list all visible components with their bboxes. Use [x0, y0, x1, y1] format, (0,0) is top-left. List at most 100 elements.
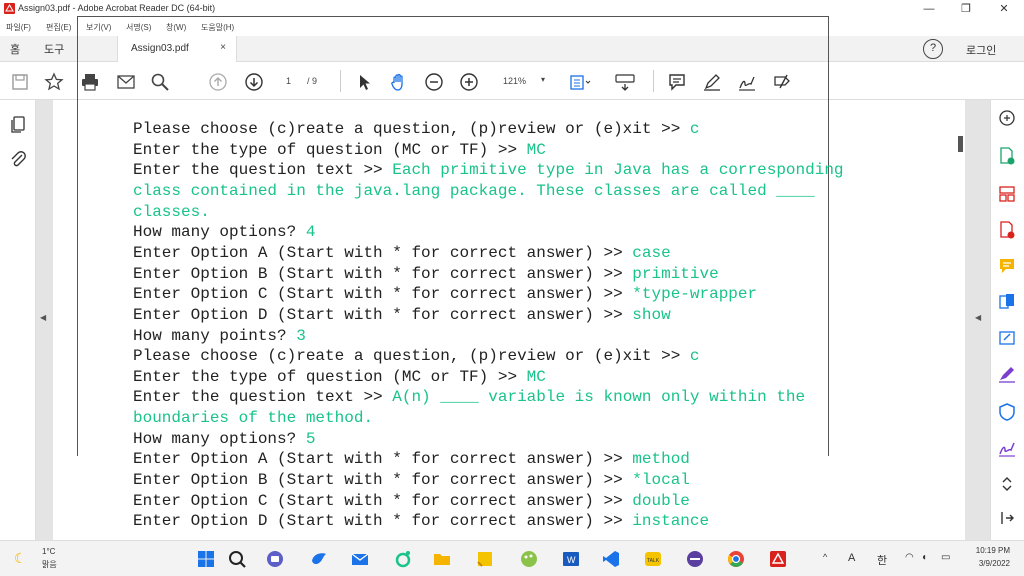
paint-app-icon[interactable]: [519, 549, 539, 569]
console-input-text: 5: [305, 429, 316, 448]
collapse-left-icon[interactable]: ◀: [40, 313, 46, 322]
console-line: Enter the type of question (MC or TF) >>…: [133, 140, 546, 160]
export-pdf-icon[interactable]: [997, 146, 1017, 166]
console-prompt-text: Enter Option C (Start with * for correct…: [133, 285, 633, 304]
svg-text:W: W: [567, 555, 576, 565]
moon-icon[interactable]: ☾: [14, 550, 27, 567]
minimize-button[interactable]: —: [909, 0, 949, 18]
teams-chat-icon[interactable]: [265, 549, 285, 569]
send-for-signature-icon[interactable]: [997, 438, 1017, 458]
console-prompt-text: Enter Option D (Start with * for correct…: [133, 305, 633, 324]
clock-time[interactable]: 10:19 PM: [966, 546, 1010, 555]
close-button[interactable]: ✕: [984, 0, 1024, 18]
app-green-icon[interactable]: [393, 549, 413, 569]
chevron-up-icon[interactable]: ^: [823, 552, 827, 562]
acrobat-icon: [4, 3, 15, 14]
console-prompt-text: Enter the question text >>: [133, 161, 393, 180]
save-icon[interactable]: [10, 72, 30, 92]
combine-files-icon[interactable]: [997, 292, 1017, 312]
console-prompt-text: Enter the question text >>: [133, 388, 393, 407]
console-prompt-text: Enter Option A (Start with * for correct…: [133, 450, 633, 469]
tab-tools[interactable]: 도구: [44, 41, 64, 57]
console-prompt-text: Enter Option A (Start with * for correct…: [133, 243, 633, 262]
console-line: class contained in the java.lang package…: [133, 181, 815, 201]
console-input-text: MC: [526, 140, 546, 159]
console-prompt-text: Please choose (c)reate a question, (p)re…: [133, 120, 690, 138]
console-line: Enter Option D (Start with * for correct…: [133, 511, 709, 531]
collapse-right-icon[interactable]: ◀: [975, 313, 981, 322]
attachment-icon[interactable]: [8, 149, 28, 169]
login-button[interactable]: 로그인: [966, 42, 996, 58]
fill-sign-tool-icon[interactable]: [997, 364, 1017, 384]
expand-panel-icon[interactable]: [997, 508, 1017, 528]
create-pdf-icon[interactable]: [997, 220, 1017, 240]
console-prompt-text: How many options?: [133, 429, 306, 448]
console-input-text: case: [632, 243, 671, 262]
comment-tool-icon[interactable]: [997, 256, 1017, 276]
console-line: Enter the question text >> A(n) ____ var…: [133, 387, 805, 407]
console-prompt-text: How many points?: [133, 326, 297, 345]
console-prompt-text: Enter the type of question (MC or TF) >>: [133, 367, 527, 386]
console-line: Enter Option A (Start with * for correct…: [133, 243, 671, 263]
console-prompt-text: Enter the type of question (MC or TF) >>: [133, 140, 527, 159]
weather-description[interactable]: 맑음: [42, 559, 57, 570]
menu-file[interactable]: 파일(F): [6, 22, 31, 33]
zoom-search-icon[interactable]: [997, 108, 1017, 128]
left-rail: [0, 100, 36, 540]
console-input-text: double: [632, 491, 690, 510]
console-line: Please choose (c)reate a question, (p)re…: [133, 119, 700, 139]
console-prompt-text: Please choose (c)reate a question, (p)re…: [133, 347, 690, 366]
console-line: Enter Option B (Start with * for correct…: [133, 470, 690, 490]
ime-mode[interactable]: A: [848, 552, 855, 564]
weather-temperature[interactable]: 1°C: [42, 547, 55, 556]
sticky-notes-icon[interactable]: [475, 549, 495, 569]
console-input-text: *type-wrapper: [632, 285, 758, 304]
console-line: classes.: [133, 202, 210, 222]
protect-shield-icon[interactable]: [997, 402, 1017, 422]
menu-edit[interactable]: 편집(E): [46, 22, 71, 33]
console-input-text: 3: [296, 326, 306, 345]
console-input-text: show: [632, 305, 671, 324]
clock-date[interactable]: 3/9/2022: [966, 559, 1010, 568]
console-prompt-text: Enter Option D (Start with * for correct…: [133, 512, 633, 531]
edit-pdf-icon[interactable]: [997, 328, 1017, 348]
app-circle-icon[interactable]: [685, 549, 705, 569]
taskbar: ☾ 1°C 맑음 W TALK ^ A 한 ◠ ◖ ▭ 10:19 PM 3/9…: [0, 540, 1024, 576]
console-line: How many options? 4: [133, 222, 315, 242]
word-icon[interactable]: W: [561, 549, 581, 569]
console-input-text: MC: [526, 367, 546, 386]
acrobat-taskbar-icon[interactable]: [768, 549, 788, 569]
console-input-text: Each primitive type in Java has a corres…: [392, 161, 844, 180]
console-prompt-text: Enter Option B (Start with * for correct…: [133, 471, 633, 490]
restore-button[interactable]: ❐: [946, 0, 986, 18]
tab-home[interactable]: 홈: [10, 41, 20, 57]
console-input-text: instance: [632, 512, 710, 531]
vscode-icon[interactable]: [601, 549, 621, 569]
console-input-text: *local: [632, 471, 690, 490]
chevron-updown-icon[interactable]: [997, 474, 1017, 494]
chrome-icon[interactable]: [726, 549, 746, 569]
console-line: Enter the question text >> Each primitiv…: [133, 160, 844, 180]
console-prompt-text: How many options?: [133, 223, 306, 242]
file-explorer-icon[interactable]: [432, 549, 452, 569]
star-icon[interactable]: [44, 72, 64, 92]
scrollbar-thumb[interactable]: [958, 136, 963, 152]
organize-pages-icon[interactable]: [997, 184, 1017, 204]
wifi-icon[interactable]: ◠: [905, 552, 914, 563]
kakao-bird-icon[interactable]: [309, 549, 329, 569]
ime-language[interactable]: 한: [877, 552, 887, 568]
kakaotalk-icon[interactable]: TALK: [643, 549, 663, 569]
battery-icon[interactable]: ▭: [941, 552, 950, 563]
console-line: Enter Option D (Start with * for correct…: [133, 305, 671, 325]
right-rail: [990, 100, 1024, 540]
mail-icon[interactable]: [350, 549, 370, 569]
console-input-text: c: [689, 347, 700, 366]
console-line: boundaries of the method.: [133, 408, 373, 428]
console-line: Please choose (c)reate a question, (p)re…: [133, 346, 700, 366]
help-button[interactable]: ?: [923, 39, 943, 59]
console-input-text: method: [632, 450, 690, 469]
search-icon[interactable]: [227, 549, 247, 569]
windows-start-icon[interactable]: [196, 549, 216, 569]
volume-icon[interactable]: ◖: [921, 552, 927, 563]
pages-icon[interactable]: [8, 114, 28, 134]
